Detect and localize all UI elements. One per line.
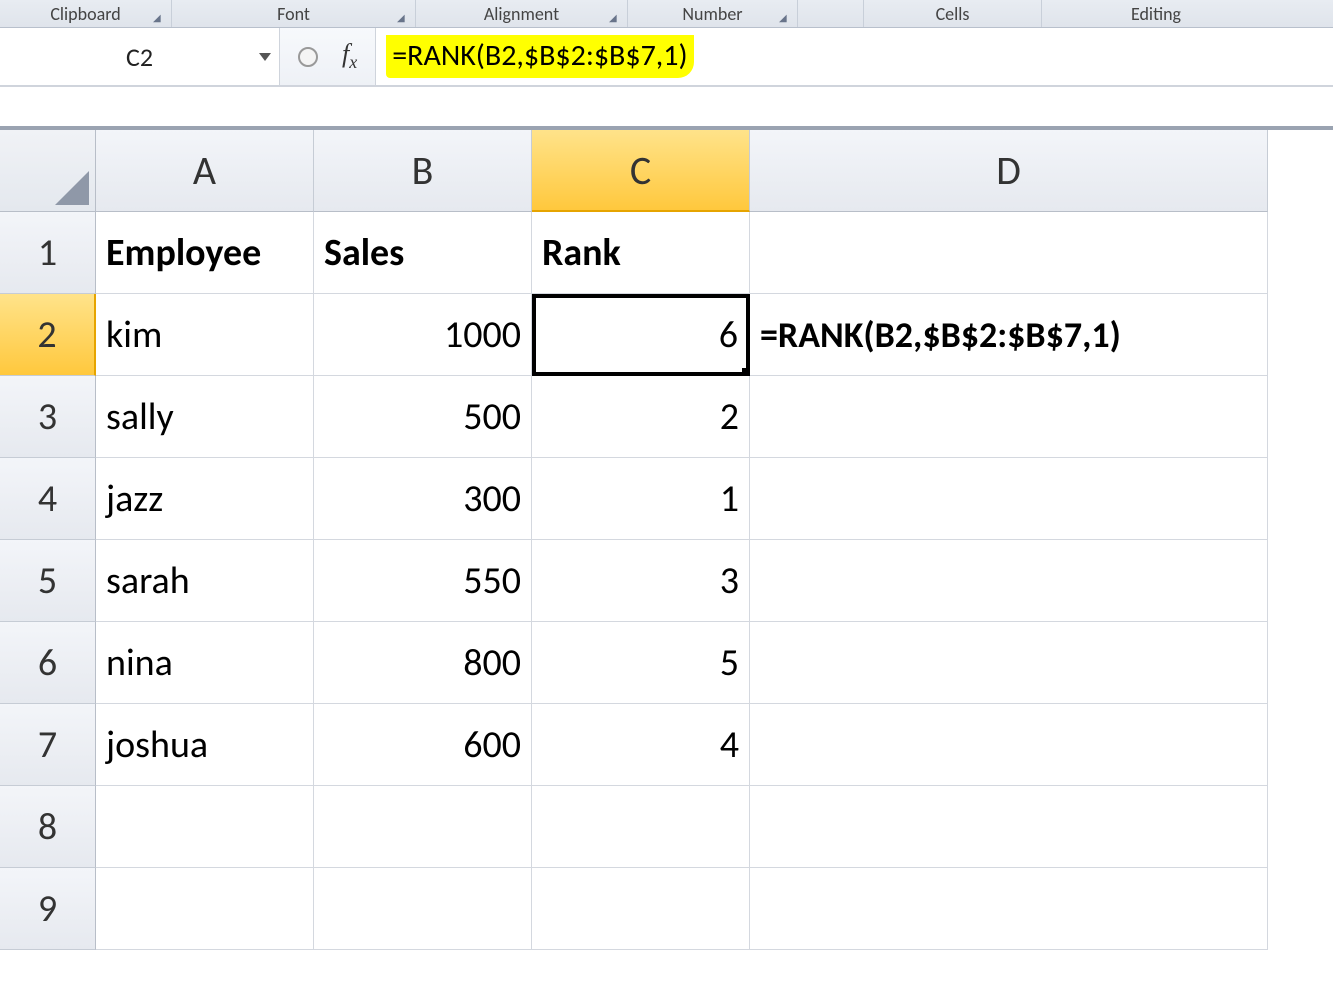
cell-a4[interactable]: jazz (96, 458, 314, 540)
row-header-7[interactable]: 7 (0, 704, 96, 786)
ribbon-group-labels: Clipboard ◢ Font ◢ Alignment ◢ Number ◢ … (0, 0, 1333, 28)
cell-c1[interactable]: Rank (532, 212, 750, 294)
cell-c8[interactable] (532, 786, 750, 868)
cell-a9[interactable] (96, 868, 314, 950)
cell-c5[interactable]: 3 (532, 540, 750, 622)
cell-c9[interactable] (532, 868, 750, 950)
cell-c6[interactable]: 5 (532, 622, 750, 704)
insert-function-icon[interactable]: fx (342, 39, 357, 73)
ribbon-group-spacer (798, 0, 864, 27)
column-header-b[interactable]: B (314, 130, 532, 212)
dialog-launcher-icon[interactable]: ◢ (779, 11, 793, 25)
ribbon-group-clipboard[interactable]: Clipboard ◢ (0, 0, 172, 27)
ribbon-group-number[interactable]: Number ◢ (628, 0, 798, 27)
row-header-8[interactable]: 8 (0, 786, 96, 868)
ribbon-group-label: Number (682, 3, 742, 25)
formula-bar-expand[interactable] (0, 86, 1333, 130)
row-header-4[interactable]: 4 (0, 458, 96, 540)
chevron-down-icon[interactable] (259, 53, 271, 61)
cell-b8[interactable] (314, 786, 532, 868)
cell-d3[interactable] (750, 376, 1268, 458)
cell-c3[interactable]: 2 (532, 376, 750, 458)
dialog-launcher-icon[interactable]: ◢ (397, 11, 411, 25)
cell-d4[interactable] (750, 458, 1268, 540)
cell-c7[interactable]: 4 (532, 704, 750, 786)
cell-a1[interactable]: Employee (96, 212, 314, 294)
ribbon-group-label: Editing (1131, 3, 1181, 25)
cell-a8[interactable] (96, 786, 314, 868)
ribbon-group-label: Clipboard (50, 3, 120, 25)
cell-d6[interactable] (750, 622, 1268, 704)
cell-a2[interactable]: kim (96, 294, 314, 376)
cell-d2[interactable]: =RANK(B2,$B$2:$B$7,1) (750, 294, 1268, 376)
row-header-2[interactable]: 2 (0, 294, 96, 376)
dialog-launcher-icon[interactable]: ◢ (609, 11, 623, 25)
formula-text: =RANK(B2,$B$2:$B$7,1) (386, 35, 693, 78)
column-header-c[interactable]: C (532, 130, 750, 212)
column-header-d[interactable]: D (750, 130, 1268, 212)
cancel-icon[interactable] (298, 47, 318, 67)
cell-b9[interactable] (314, 868, 532, 950)
cell-b4[interactable]: 300 (314, 458, 532, 540)
row-header-1[interactable]: 1 (0, 212, 96, 294)
name-box[interactable]: C2 (0, 28, 280, 85)
ribbon-group-editing[interactable]: Editing (1042, 0, 1270, 27)
spreadsheet-grid[interactable]: A B C D 1 Employee Sales Rank 2 kim 1000… (0, 130, 1333, 950)
ribbon-group-cells[interactable]: Cells (864, 0, 1042, 27)
row-header-9[interactable]: 9 (0, 868, 96, 950)
cell-a6[interactable]: nina (96, 622, 314, 704)
ribbon-group-font[interactable]: Font ◢ (172, 0, 416, 27)
cell-d1[interactable] (750, 212, 1268, 294)
ribbon-group-label: Alignment (484, 3, 559, 25)
row-header-6[interactable]: 6 (0, 622, 96, 704)
cell-a5[interactable]: sarah (96, 540, 314, 622)
ribbon-group-label: Font (277, 3, 310, 25)
cell-d9[interactable] (750, 868, 1268, 950)
cell-b1[interactable]: Sales (314, 212, 532, 294)
cell-a3[interactable]: sally (96, 376, 314, 458)
formula-bar: C2 fx =RANK(B2,$B$2:$B$7,1) (0, 28, 1333, 86)
row-header-3[interactable]: 3 (0, 376, 96, 458)
name-box-value: C2 (0, 41, 279, 73)
cell-d8[interactable] (750, 786, 1268, 868)
cell-b3[interactable]: 500 (314, 376, 532, 458)
formula-bar-icons: fx (280, 28, 376, 85)
cell-a7[interactable]: joshua (96, 704, 314, 786)
ribbon-group-alignment[interactable]: Alignment ◢ (416, 0, 628, 27)
cell-b6[interactable]: 800 (314, 622, 532, 704)
ribbon-group-label: Cells (936, 3, 970, 25)
formula-input[interactable]: =RANK(B2,$B$2:$B$7,1) (376, 28, 1333, 85)
cell-d7[interactable] (750, 704, 1268, 786)
cell-c2[interactable]: 6 (532, 294, 750, 376)
cell-b2[interactable]: 1000 (314, 294, 532, 376)
cell-d5[interactable] (750, 540, 1268, 622)
dialog-launcher-icon[interactable]: ◢ (153, 11, 167, 25)
row-header-5[interactable]: 5 (0, 540, 96, 622)
cell-b5[interactable]: 550 (314, 540, 532, 622)
cell-c4[interactable]: 1 (532, 458, 750, 540)
cell-b7[interactable]: 600 (314, 704, 532, 786)
column-header-a[interactable]: A (96, 130, 314, 212)
cell-d2-text: =RANK(B2,$B$2:$B$7,1) (760, 313, 1121, 357)
select-all-corner[interactable] (0, 130, 96, 212)
